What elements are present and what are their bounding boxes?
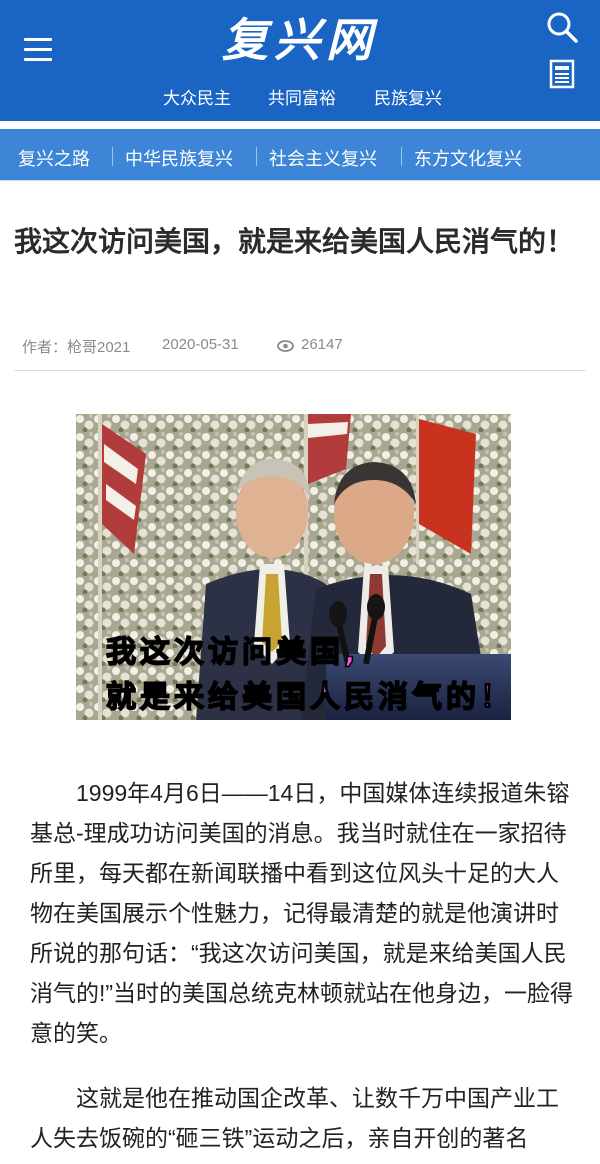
slogan-item: 共同富裕 [268,89,336,108]
nav-item-road[interactable]: 复兴之路 [18,145,90,171]
photo-caption-line1: 我这次访问美国, [106,635,359,670]
article-date: 2020-05-31 [162,336,239,353]
article-paragraph: 这就是他在推动国企改革、让数千万中国产业工人失去饭碗的“砸三铁”运动之后，亲自开… [30,1085,559,1151]
slogan-item: 民族复兴 [374,89,442,108]
nav-divider [401,147,402,166]
nav-divider [112,147,113,166]
eye-icon [277,340,294,352]
search-icon[interactable] [545,10,579,44]
nav-item-socialism[interactable]: 社会主义复兴 [269,145,377,171]
header-separator [0,121,600,129]
article-author: 作者：枪哥2021 [22,339,131,356]
meta-divider [14,370,586,371]
article-title: 我这次访问美国，就是来给美国人民消气的！ [14,226,575,257]
site-logo[interactable]: 复兴网 [0,4,600,70]
nav-item-culture[interactable]: 东方文化复兴 [414,145,522,171]
article-views: 26147 [301,336,343,353]
article-meta: 作者：枪哥2021 2020-05-31 26147 [22,336,582,358]
article-photo: 我这次访问美国, 就是来给美国人民消气的！ [76,414,511,720]
site-header: 复兴网 大众民主 共同富裕 民族复兴 [0,0,600,121]
article-paragraph: 1999年4月6日——14日，中国媒体连续报道朱镕基总-理成功访问美国的消息。我… [30,780,574,1046]
nav-divider [256,147,257,166]
slogan-item: 大众民主 [163,89,231,108]
nav-item-nation[interactable]: 中华民族复兴 [125,145,233,171]
photo-caption-line2: 就是来给美国人民消气的！ [106,680,511,715]
category-nav: 复兴之路 中华民族复兴 社会主义复兴 东方文化复兴 [0,129,600,181]
slogans: 大众民主 共同富裕 民族复兴 [0,84,600,108]
